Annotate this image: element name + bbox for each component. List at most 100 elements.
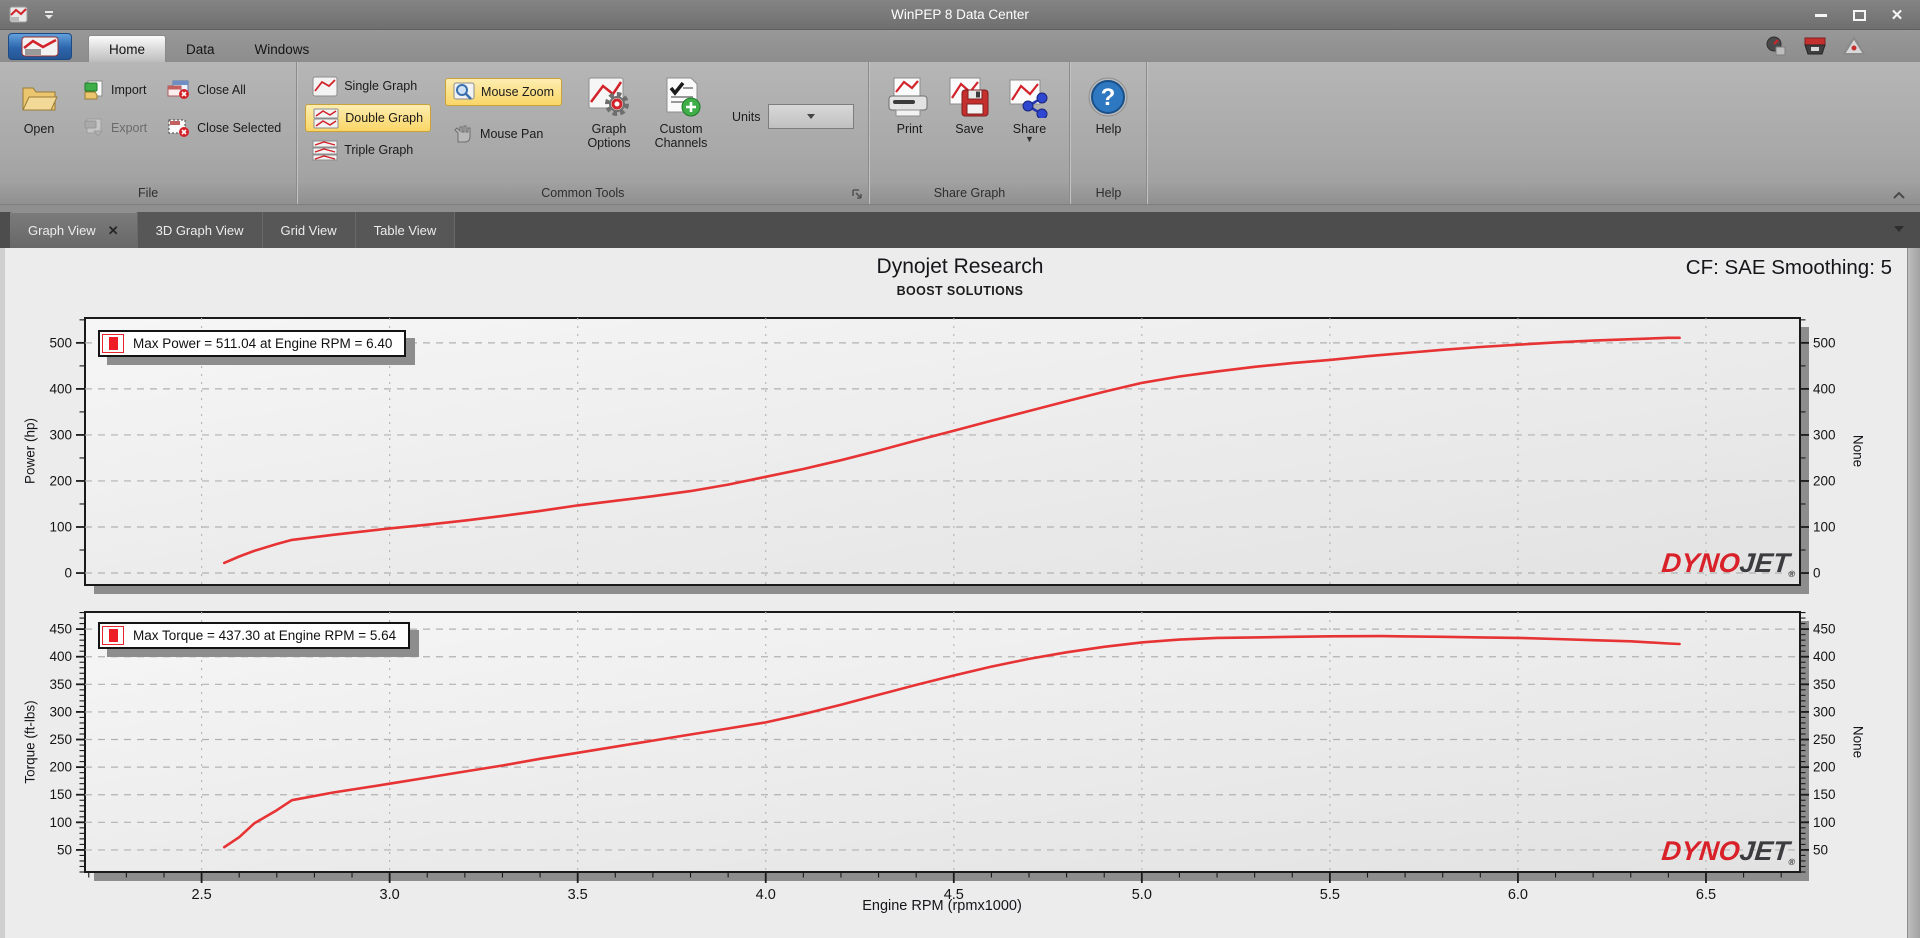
application-menu-button[interactable] (8, 33, 72, 60)
save-button[interactable]: Share Save (943, 70, 995, 136)
svg-text:200: 200 (1813, 760, 1836, 775)
power-legend-text: Max Power = 511.04 at Engine RPM = 6.40 (133, 336, 393, 351)
tab-table-view[interactable]: Table View (355, 212, 456, 248)
export-csv-icon (84, 118, 104, 137)
tab-graph-view[interactable]: Graph View ✕ (10, 212, 138, 248)
mouse-zoom-button[interactable]: Mouse Zoom (445, 78, 562, 106)
ribbon: Open Import Export Close All Close Selec… (0, 62, 1920, 205)
torque-legend[interactable]: Max Torque = 437.30 at Engine RPM = 5.64 (98, 622, 411, 649)
svg-text:400: 400 (1813, 649, 1836, 664)
view-tabstrip: Graph View ✕ 3D Graph View Grid View Tab… (0, 212, 1920, 248)
dropdown-arrow-icon (807, 114, 816, 119)
double-graph-icon (313, 108, 339, 128)
dyno-device-icon[interactable] (1803, 36, 1827, 56)
open-button[interactable]: Open (8, 70, 70, 136)
svg-text:400: 400 (49, 381, 72, 396)
maximize-button[interactable] (1844, 4, 1874, 26)
svg-text:50: 50 (1813, 842, 1828, 857)
share-graph-group-label: Share Graph (933, 186, 1006, 200)
power-y-axis-label: Power (hp) (22, 417, 38, 485)
warning-triangle-icon[interactable] (1843, 36, 1865, 56)
common-tools-group-label: Common Tools (541, 186, 625, 200)
svg-text:450: 450 (1813, 622, 1836, 637)
app-window: WinPEP 8 Data Center ✕ Home Data Windows (0, 0, 1920, 938)
dialog-launcher-icon[interactable] (851, 188, 864, 201)
close-button[interactable]: ✕ (1882, 4, 1912, 26)
close-all-button[interactable]: Close All (160, 76, 288, 104)
export-button: Export (76, 114, 154, 142)
help-button[interactable]: ? Help (1084, 70, 1132, 136)
vertical-scrollbar[interactable] (1907, 248, 1920, 938)
torque-series-swatch-icon (102, 626, 124, 645)
power-series-swatch-icon (102, 334, 124, 353)
triple-graph-button[interactable]: Triple Graph (305, 136, 431, 164)
custom-channels-button[interactable]: Custom Channels (646, 70, 716, 151)
svg-text:150: 150 (1813, 787, 1836, 802)
dynojet-watermark: DYNOJET® (1660, 548, 1796, 579)
tab-close-icon[interactable]: ✕ (108, 223, 119, 239)
import-csv-icon (84, 80, 103, 100)
ribbon-group-share-graph: Print Share Save Share ▼ Share G (869, 62, 1071, 204)
graph-options-icon (587, 72, 631, 122)
units-label: Units (732, 109, 761, 124)
svg-text:200: 200 (1813, 473, 1836, 488)
svg-text:500: 500 (49, 335, 72, 350)
tab-grid-view[interactable]: Grid View (262, 212, 356, 248)
open-folder-icon (20, 72, 58, 122)
file-group-label: File (138, 186, 159, 200)
import-button[interactable]: Import (76, 76, 154, 104)
tab-3d-graph-view[interactable]: 3D Graph View (137, 212, 263, 248)
svg-text:200: 200 (49, 760, 72, 775)
torque-y-axis-label: Torque (ft-lbs) (22, 700, 38, 784)
torque-chart-plot[interactable]: 50 50 100 100 150 150 200 200 250 250 300 300 350 350… (0, 600, 1920, 938)
svg-text:3.5: 3.5 (568, 887, 588, 903)
mouse-pan-button[interactable]: Mouse Pan (445, 120, 562, 148)
units-dropdown[interactable] (768, 104, 855, 129)
device-gauge-icon[interactable] (1765, 36, 1787, 56)
single-graph-button[interactable]: Single Graph (305, 72, 431, 100)
x-axis-label: Engine RPM (rpmx1000) (862, 898, 1022, 914)
graph-options-button[interactable]: Graph Options (578, 70, 640, 151)
help-group-label: Help (1095, 186, 1122, 200)
power-chart-plot[interactable]: 0 0 100 100 200 200 300 300 400 400 500 500 (0, 248, 1920, 600)
svg-text:4.0: 4.0 (756, 887, 776, 903)
torque-right-axis-label: None (1850, 725, 1866, 759)
close-all-icon (167, 80, 190, 99)
ribbon-collapse-icon[interactable] (1892, 191, 1906, 201)
mouse-pan-icon (454, 125, 471, 143)
print-button[interactable]: Print (881, 70, 937, 136)
double-graph-button[interactable]: Double Graph (305, 104, 432, 132)
svg-text:350: 350 (49, 677, 72, 692)
svg-text:300: 300 (49, 427, 72, 442)
graph-view-content: Dynojet Research BOOST SOLUTIONS CF: SAE… (0, 248, 1920, 938)
tab-home[interactable]: Home (88, 35, 167, 62)
tab-data[interactable]: Data (166, 36, 235, 62)
ribbon-group-help: ? Help Help (1070, 62, 1148, 204)
svg-text:450: 450 (49, 622, 72, 637)
power-legend[interactable]: Max Power = 511.04 at Engine RPM = 6.40 (98, 330, 407, 357)
svg-text:6.5: 6.5 (1696, 887, 1716, 903)
single-graph-icon (312, 76, 338, 96)
svg-text:100: 100 (49, 815, 72, 830)
ribbon-group-common-tools: Single Graph Double Graph Triple Graph M… (297, 62, 870, 204)
svg-text:400: 400 (49, 649, 72, 664)
tab-windows[interactable]: Windows (235, 36, 330, 62)
minimize-button[interactable] (1806, 4, 1836, 26)
svg-text:400: 400 (1813, 381, 1836, 396)
svg-text:100: 100 (49, 519, 72, 534)
maximize-icon (1852, 9, 1866, 21)
svg-text:5.5: 5.5 (1320, 887, 1340, 903)
dynojet-watermark: DYNOJET® (1660, 836, 1796, 867)
ribbon-content-divider (0, 205, 1920, 212)
svg-text:300: 300 (49, 704, 72, 719)
svg-text:150: 150 (49, 787, 72, 802)
close-selected-button[interactable]: Close Selected (160, 114, 288, 142)
share-icon (1006, 72, 1052, 122)
tabstrip-menu-icon[interactable] (1894, 226, 1904, 232)
svg-text:250: 250 (1813, 732, 1836, 747)
share-button[interactable]: Share ▼ (1001, 70, 1057, 144)
svg-text:2.5: 2.5 (192, 887, 212, 903)
svg-text:200: 200 (49, 473, 72, 488)
help-icon: ? (1087, 72, 1129, 122)
svg-text:5.0: 5.0 (1132, 887, 1152, 903)
